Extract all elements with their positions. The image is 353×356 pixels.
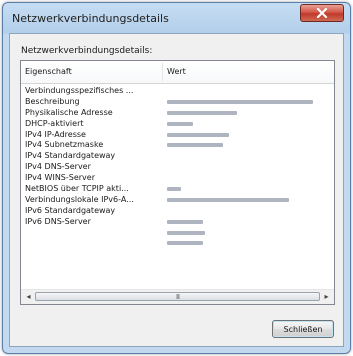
- row-property: IPv4 WINS-Server: [25, 173, 96, 183]
- scrollbar-thumb[interactable]: III: [35, 292, 320, 301]
- table-row[interactable]: IPv4 Standardgateway: [21, 151, 334, 162]
- close-icon: [316, 8, 328, 18]
- row-property: Verbindungslokale IPv6-A...: [25, 194, 134, 204]
- table-row[interactable]: Physikalische Adresse: [21, 108, 334, 119]
- row-value-redacted: [167, 110, 237, 115]
- row-property: IPv6 Standardgateway: [25, 205, 116, 215]
- row-property: IPv4 Standardgateway: [25, 151, 116, 161]
- row-property: Verbindungsspezifisches ...: [25, 86, 134, 95]
- scroll-right-arrow-icon[interactable]: ▸: [321, 292, 332, 302]
- row-property: IPv6 DNS-Server: [25, 216, 91, 226]
- row-value-redacted: [167, 143, 223, 148]
- window-close-button[interactable]: [300, 4, 344, 22]
- row-property: IPv4 DNS-Server: [25, 162, 91, 172]
- table-row[interactable]: IPv6 Standardgateway: [21, 206, 334, 217]
- row-value-redacted: [167, 230, 205, 235]
- table-row[interactable]: IPv6 DNS-Server: [21, 217, 334, 228]
- table-row[interactable]: IPv4 Subnetzmaske: [21, 140, 334, 151]
- table-row[interactable]: IPv4 IP-Adresse: [21, 130, 334, 141]
- table-row[interactable]: NetBIOS über TCPIP akti...: [21, 184, 334, 195]
- row-property: DHCP-aktiviert: [25, 118, 84, 128]
- table-row[interactable]: DHCP-aktiviert: [21, 119, 334, 130]
- table-row[interactable]: [21, 238, 334, 249]
- row-property: Physikalische Adresse: [25, 107, 113, 117]
- row-property: IPv4 Subnetzmaske: [25, 140, 104, 150]
- listview-header: Eigenschaft Wert: [21, 61, 334, 84]
- row-value-redacted: [167, 121, 193, 126]
- row-property: NetBIOS über TCPIP akti...: [25, 184, 129, 194]
- row-property: Beschreibung: [25, 96, 80, 106]
- row-value-redacted: [167, 219, 203, 224]
- column-separator[interactable]: [162, 63, 163, 81]
- dialog-window: Netzwerkverbindungsdetails Netzwerkverbi…: [2, 2, 351, 354]
- listview-rows: Verbindungsspezifisches ... Beschreibung P…: [21, 86, 334, 249]
- scroll-left-arrow-icon[interactable]: ◂: [23, 292, 34, 302]
- table-row[interactable]: Verbindungsspezifisches ...: [21, 86, 334, 97]
- column-header-value[interactable]: Wert: [167, 67, 186, 76]
- table-row[interactable]: IPv4 WINS-Server: [21, 173, 334, 184]
- row-value-redacted: [167, 197, 289, 202]
- horizontal-scrollbar[interactable]: ◂ III ▸: [21, 289, 334, 304]
- details-listview[interactable]: Eigenschaft Wert Verbindungsspezifisches…: [20, 60, 335, 305]
- table-row[interactable]: [21, 228, 334, 239]
- close-button[interactable]: Schließen: [272, 320, 334, 338]
- column-header-property[interactable]: Eigenschaft: [25, 67, 72, 76]
- table-row[interactable]: IPv4 DNS-Server: [21, 162, 334, 173]
- table-row[interactable]: Beschreibung: [21, 97, 334, 108]
- row-value-redacted: [167, 132, 229, 137]
- row-value-redacted: [167, 99, 313, 104]
- section-label: Netzwerkverbindungsdetails:: [21, 46, 153, 56]
- window-title: Netzwerkverbindungsdetails: [12, 12, 169, 25]
- title-bar[interactable]: Netzwerkverbindungsdetails: [3, 3, 350, 33]
- scrollbar-grip: III: [175, 293, 180, 301]
- dialog-content: Netzwerkverbindungsdetails: Eigenschaft …: [9, 33, 344, 347]
- row-value-redacted: [167, 241, 203, 246]
- row-property: IPv4 IP-Adresse: [25, 129, 86, 139]
- row-value-redacted: [167, 187, 181, 192]
- table-row[interactable]: Verbindungslokale IPv6-A...: [21, 195, 334, 206]
